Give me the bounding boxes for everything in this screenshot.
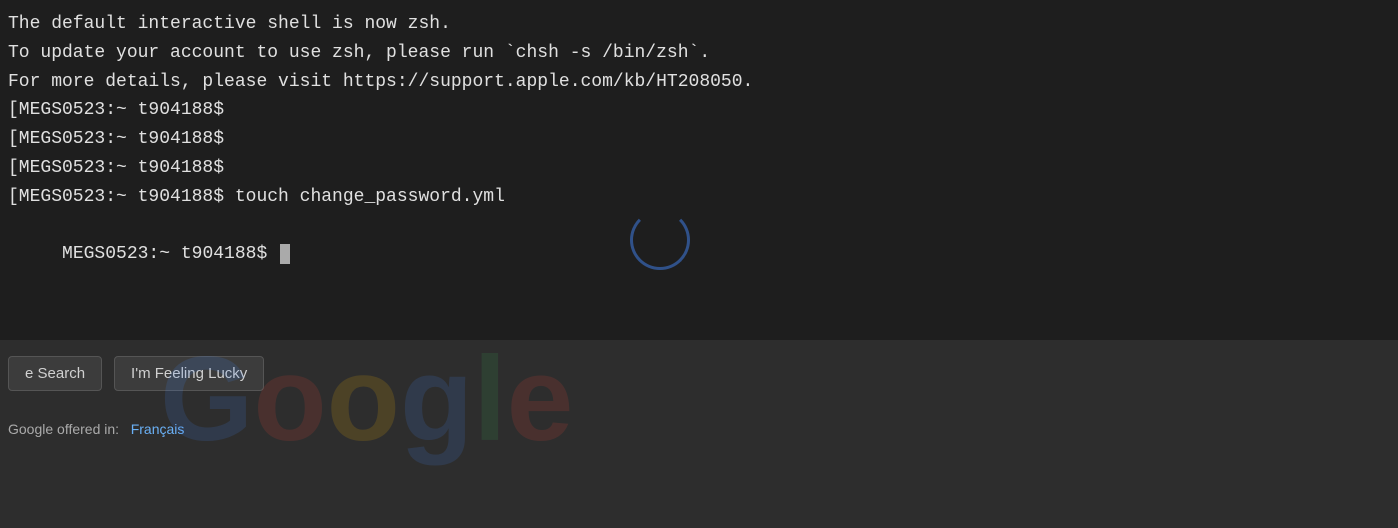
terminal-line-7: [MEGS0523:~ t904188$ touch change_passwo…: [8, 183, 1390, 212]
terminal-line-2: To update your account to use zsh, pleas…: [8, 39, 1390, 68]
google-icon-overlay: [630, 210, 690, 270]
terminal-line-4: [MEGS0523:~ t904188$: [8, 96, 1390, 125]
terminal-line-1: The default interactive shell is now zsh…: [8, 10, 1390, 39]
terminal-cursor: [280, 244, 290, 264]
google-logo-background: Google: [160, 330, 573, 468]
terminal-line-5: [MEGS0523:~ t904188$: [8, 125, 1390, 154]
google-buttons-row: e Search I'm Feeling Lucky: [0, 356, 1398, 391]
google-search-button[interactable]: e Search: [8, 356, 102, 391]
google-language-link[interactable]: Français: [131, 421, 185, 437]
google-lucky-button[interactable]: I'm Feeling Lucky: [114, 356, 264, 391]
terminal-line-3: For more details, please visit https://s…: [8, 68, 1390, 97]
terminal-window: The default interactive shell is now zsh…: [0, 0, 1398, 340]
google-section: Google e Search I'm Feeling Lucky Google…: [0, 340, 1398, 528]
google-offered-in-row: Google offered in: Français: [0, 421, 1398, 437]
google-offered-label: Google offered in:: [8, 421, 119, 437]
terminal-line-8: MEGS0523:~ t904188$: [8, 212, 1390, 298]
terminal-line-6: [MEGS0523:~ t904188$: [8, 154, 1390, 183]
